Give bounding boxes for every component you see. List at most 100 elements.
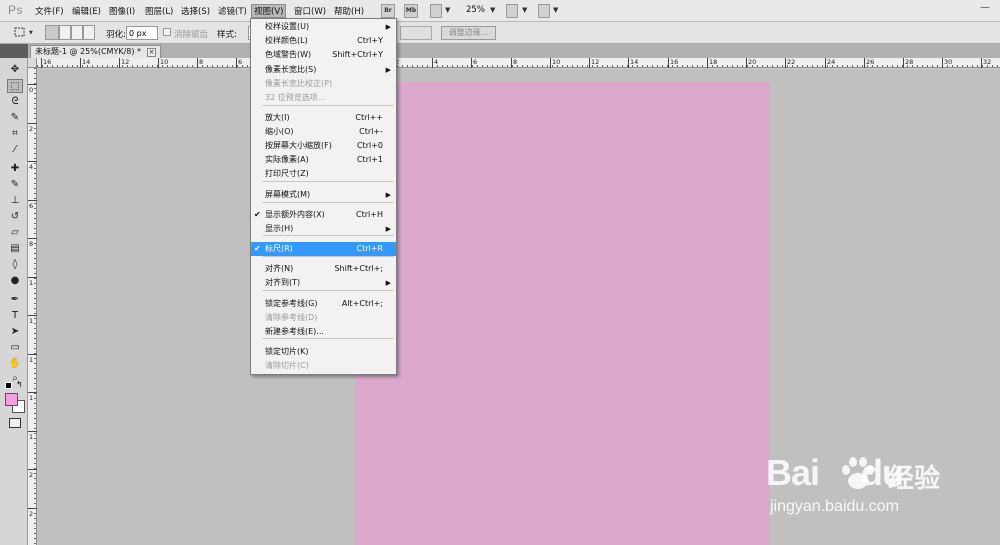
quick-mask-icon[interactable] (9, 418, 21, 428)
document-tab[interactable]: 未标题-1 @ 25%(CMYK/8) * × (30, 45, 162, 58)
chevron-down-icon[interactable]: ▼ (553, 6, 558, 14)
gradient-icon[interactable]: ▤ (7, 242, 23, 256)
move-icon[interactable]: ✥ (7, 63, 23, 77)
menu-layer[interactable]: 图层(L) (145, 5, 173, 19)
view-menu-dropdown: 校样设置(U) ▶ 校样颜色(L) Ctrl+Y 色域警告(W) Shift+Ctrl+Y… (250, 18, 397, 375)
view-menu-item[interactable]: 像素长宽比(S) ▶ (251, 63, 396, 77)
antialias-checkbox[interactable] (163, 28, 171, 36)
view-menu-item[interactable]: 缩小(O) Ctrl+- (251, 125, 396, 139)
type-icon[interactable]: T (7, 309, 23, 323)
height-field[interactable] (400, 26, 432, 40)
view-menu-item[interactable]: 校样设置(U) ▶ (251, 20, 396, 34)
eraser-icon[interactable]: ▱ (7, 226, 23, 240)
document-tab-title: 未标题-1 @ 25%(CMYK/8) * (35, 47, 142, 56)
view-extras-icon[interactable] (430, 4, 442, 18)
menu-image[interactable]: 图像(I) (109, 5, 135, 19)
view-menu-item-label: 清除切片(C) (265, 361, 309, 370)
intersect-selection-icon[interactable] (83, 25, 95, 40)
dodge-icon[interactable]: ● (7, 274, 23, 288)
eyedropper-icon[interactable]: ⁄ (7, 143, 23, 157)
menu-select[interactable]: 选择(S) (181, 5, 210, 19)
chevron-down-icon[interactable]: ▼ (29, 30, 33, 36)
view-menu-item[interactable]: 屏幕模式(M) ▶ (251, 188, 396, 202)
view-menu-item[interactable]: 色域警告(W) Shift+Ctrl+Y (251, 48, 396, 62)
menu-file[interactable]: 文件(F) (35, 5, 64, 19)
view-menu-item[interactable]: 放大(I) Ctrl++ (251, 111, 396, 125)
default-colors-icon[interactable] (5, 382, 12, 389)
new-selection-icon[interactable] (45, 25, 59, 40)
chevron-down-icon[interactable]: ▼ (490, 6, 495, 14)
chevron-down-icon[interactable]: ▼ (445, 6, 450, 14)
subtract-selection-icon[interactable] (71, 25, 83, 40)
v-ruler-label: 8 (29, 240, 34, 248)
checkmark-icon: ✔ (254, 210, 261, 219)
arrange-documents-icon[interactable] (506, 4, 518, 18)
view-menu-item-label: 显示(H) (265, 224, 294, 233)
h-ruler-major-tick (746, 58, 747, 68)
view-menu-item[interactable]: 新建参考线(E)... (251, 325, 396, 339)
view-menu-item-label: 新建参考线(E)... (265, 327, 324, 336)
menu-view[interactable]: 视图(V) (251, 4, 287, 18)
add-selection-icon[interactable] (59, 25, 71, 40)
rect-marquee-preset-icon[interactable] (12, 25, 28, 40)
view-menu-item-label: 对齐到(T) (265, 278, 301, 287)
menu-filter[interactable]: 滤镜(T) (218, 5, 247, 19)
options-bar: ▼ 羽化: 消除锯齿 样式: 调整边缘... (0, 22, 1000, 44)
stamp-icon[interactable]: ⊥ (7, 194, 23, 208)
bridge-button[interactable]: Br (381, 4, 395, 18)
feather-label: 羽化: (106, 30, 126, 40)
zoom-level[interactable]: 25% (466, 5, 485, 15)
blur-icon[interactable]: ◊ (7, 258, 23, 272)
view-menu-item[interactable]: 锁定参考线(G) Alt+Ctrl+; (251, 297, 396, 311)
v-ruler-label: 4 (29, 163, 34, 171)
h-ruler-major-tick (80, 58, 81, 68)
view-menu-item[interactable]: 显示(H) ▶ (251, 222, 396, 236)
view-menu-item[interactable]: 打印尺寸(Z) (251, 167, 396, 181)
path-select-icon[interactable]: ➤ (7, 325, 23, 339)
foreground-color-swatch[interactable] (5, 393, 18, 406)
screen-mode-icon[interactable] (538, 4, 550, 18)
menu-edit[interactable]: 编辑(E) (72, 5, 101, 19)
h-ruler-label: 12 (591, 58, 600, 66)
hand-icon[interactable]: ✋ (7, 357, 23, 371)
refine-edge-button[interactable]: 调整边缘... (441, 26, 496, 40)
view-menu-item[interactable]: 实际像素(A) Ctrl+1 (251, 153, 396, 167)
ruler-origin[interactable] (28, 58, 37, 68)
pen-icon[interactable]: ✒ (7, 293, 23, 307)
v-ruler-label: 0 (29, 86, 34, 94)
quick-select-icon[interactable]: ✎ (7, 111, 23, 125)
menu-window[interactable]: 窗口(W) (294, 5, 326, 19)
view-menu-item[interactable]: 对齐(N) Shift+Ctrl+; (251, 262, 396, 276)
feather-input[interactable] (126, 26, 158, 40)
view-menu-item[interactable]: 对齐到(T) ▶ (251, 276, 396, 290)
chevron-down-icon[interactable]: ▼ (522, 6, 527, 14)
view-menu-item-label: 对齐(N) (265, 264, 294, 273)
swap-colors-icon[interactable]: ↰ (16, 380, 23, 389)
healing-icon[interactable]: ✚ (7, 162, 23, 176)
tools-panel-header[interactable] (0, 44, 28, 58)
lasso-icon[interactable]: ᘓ (7, 95, 23, 109)
horizontal-ruler[interactable]: 1614121086420246810121416182022242628303… (37, 58, 1000, 68)
crop-icon[interactable]: ⌗ (7, 127, 23, 141)
view-menu-item[interactable]: ✔ 显示额外内容(X) Ctrl+H (251, 208, 396, 222)
view-menu-item[interactable]: 按屏幕大小缩放(F) Ctrl+0 (251, 139, 396, 153)
view-menu-item[interactable]: 锁定切片(K) (251, 345, 396, 359)
h-ruler-label: 14 (630, 58, 639, 66)
vertical-ruler[interactable]: 0 2 4 6 8 1 1 1 1 1 2 2 (28, 68, 37, 545)
close-icon[interactable]: × (147, 48, 157, 57)
document-canvas[interactable] (355, 82, 770, 545)
h-ruler-label: 22 (787, 58, 796, 66)
marquee-icon[interactable]: ⬚ (7, 79, 23, 93)
view-menu-item[interactable]: ✔ 标尺(R) Ctrl+R (251, 242, 396, 256)
view-menu-item[interactable]: 校样颜色(L) Ctrl+Y (251, 34, 396, 48)
h-ruler-label: 10 (160, 58, 169, 66)
brush-icon[interactable]: ✎ (7, 178, 23, 192)
v-ruler-major-tick (28, 161, 37, 162)
shape-icon[interactable]: ▭ (7, 341, 23, 355)
baidu-watermark: Bai du 经验 jingyan.baidu.com (766, 452, 996, 532)
history-brush-icon[interactable]: ↺ (7, 210, 23, 224)
minibridge-button[interactable]: Mb (404, 4, 418, 18)
minimize-button[interactable]: — (977, 2, 993, 16)
menu-help[interactable]: 帮助(H) (334, 5, 364, 19)
v-ruler-label: 1 (29, 394, 34, 402)
